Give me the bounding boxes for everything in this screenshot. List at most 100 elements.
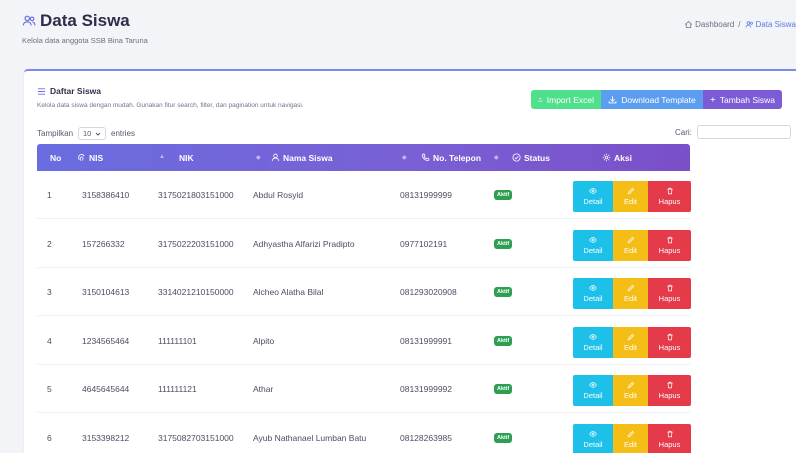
cell-nis: 157266332	[82, 238, 125, 249]
detail-button[interactable]: Detail	[573, 375, 613, 406]
breadcrumb-home-link[interactable]: Dashboard	[695, 20, 734, 29]
cell-no: 4	[47, 335, 52, 346]
user-icon	[271, 153, 280, 162]
cell-status: Aktif	[494, 365, 513, 413]
sort-indicator-nama: ◆	[402, 155, 407, 161]
phone-icon	[421, 153, 430, 162]
table-row: 4 1234565464 111111101 Alpito 0813199999…	[37, 317, 691, 365]
delete-label: Hapus	[658, 245, 681, 255]
edit-button[interactable]: Edit	[613, 326, 648, 358]
delete-button[interactable]: Hapus	[648, 229, 691, 261]
status-badge: Aktif	[494, 238, 513, 249]
delete-button[interactable]: Hapus	[648, 423, 691, 453]
pencil-icon	[627, 284, 634, 292]
edit-button[interactable]: Edit	[613, 423, 648, 453]
delete-label: Hapus	[658, 294, 681, 303]
gear-icon	[602, 153, 611, 162]
column-header-aksi: Aksi	[602, 144, 632, 171]
detail-button[interactable]: Detail	[573, 278, 613, 309]
search-input[interactable]	[696, 125, 791, 139]
status-badge: Aktif	[494, 287, 513, 297]
cell-no: 6	[47, 432, 52, 443]
cell-status: Aktif	[494, 171, 513, 219]
page-header: Data Siswa Kelola data anggota SSB Bina …	[0, 0, 796, 66]
entries-label: entries	[111, 129, 136, 138]
upload-icon	[538, 97, 543, 102]
eye-icon	[589, 333, 597, 340]
add-student-button[interactable]: Tambah Siswa	[703, 90, 782, 109]
pencil-icon	[627, 236, 634, 243]
column-header-nis-label: NIS	[89, 152, 104, 163]
table-row: 5 4645645644 111111121 Athar 08131999992…	[37, 365, 691, 413]
download-icon	[608, 96, 617, 104]
page-title: Data Siswa	[40, 11, 130, 30]
eye-icon	[589, 188, 597, 194]
detail-label: Detail	[583, 439, 603, 449]
trash-icon	[666, 381, 673, 389]
status-badge: Aktif	[494, 432, 513, 443]
delete-button[interactable]: Hapus	[648, 326, 691, 358]
pencil-icon	[627, 333, 634, 340]
edit-label: Edit	[624, 294, 637, 303]
column-header-no[interactable]: No	[50, 144, 61, 171]
download-template-button[interactable]: Download Template	[601, 90, 703, 109]
download-template-label: Download Template	[621, 94, 696, 105]
column-header-telepon-label: No. Telepon	[433, 152, 482, 163]
card-title-text: Daftar Siswa	[50, 86, 102, 96]
cell-nama: Ayub Nathanael Lumban Batu	[253, 432, 367, 443]
page-subtitle: Kelola data anggota SSB Bina Taruna	[22, 36, 148, 45]
delete-label: Hapus	[658, 391, 681, 400]
cell-nik: 3175082703151000	[158, 432, 234, 443]
column-header-nik[interactable]: NIK	[179, 144, 194, 171]
edit-label: Edit	[624, 342, 637, 352]
card-title: Daftar Siswa	[37, 86, 101, 96]
cell-telepon: 08131999992	[400, 384, 453, 394]
cell-no: 1	[47, 190, 52, 200]
pencil-icon	[627, 430, 634, 437]
delete-label: Hapus	[658, 439, 681, 449]
cell-nis: 3158386410	[82, 190, 130, 200]
table-row: 3 3150104613 3314021210150000 Alcheo Ala…	[37, 268, 691, 316]
trash-icon	[666, 333, 673, 340]
edit-button[interactable]: Edit	[613, 229, 648, 261]
table-header: No NIS ▲ NIK ◆ Nama Siswa ◆ No. Telepon …	[37, 144, 690, 171]
edit-button[interactable]: Edit	[613, 181, 648, 212]
import-excel-button[interactable]: Import Excel	[531, 90, 601, 109]
delete-button[interactable]: Hapus	[648, 181, 691, 212]
trash-icon	[666, 430, 673, 437]
cell-nik: 111111101	[158, 335, 197, 346]
breadcrumb-current: Data Siswa	[755, 20, 796, 29]
search-label: Cari:	[675, 127, 692, 137]
breadcrumb-separator: /	[738, 20, 741, 29]
student-list-card: Daftar Siswa Kelola data siswa dengan mu…	[24, 69, 796, 453]
detail-button[interactable]: Detail	[573, 181, 613, 212]
detail-button[interactable]: Detail	[573, 229, 613, 261]
column-header-aksi-label: Aksi	[614, 152, 632, 163]
action-button-group: Import Excel Download Template Tambah Si…	[531, 90, 782, 109]
column-header-status[interactable]: Status	[512, 144, 550, 171]
page-length-select[interactable]: 10	[78, 127, 107, 140]
detail-button[interactable]: Detail	[573, 423, 613, 453]
column-header-no-label: No	[50, 152, 62, 163]
status-badge: Aktif	[494, 190, 513, 200]
column-header-telepon[interactable]: No. Telepon	[421, 144, 481, 171]
cell-nis: 4645645644	[82, 384, 130, 394]
detail-button[interactable]: Detail	[573, 326, 613, 358]
edit-button[interactable]: Edit	[613, 375, 648, 406]
edit-button[interactable]: Edit	[613, 278, 648, 309]
delete-button[interactable]: Hapus	[648, 278, 691, 309]
eye-icon	[589, 382, 597, 388]
delete-button[interactable]: Hapus	[648, 375, 691, 406]
cell-nama: Abdul Rosyid	[253, 190, 304, 200]
status-badge: Aktif	[494, 384, 513, 394]
column-header-nama[interactable]: Nama Siswa	[271, 144, 333, 171]
cell-nama: Athar	[253, 384, 274, 394]
trash-icon	[666, 284, 673, 292]
show-label: Tampilkan	[37, 129, 74, 138]
column-header-nis[interactable]: NIS	[77, 144, 103, 171]
cell-telepon: 08128263985	[400, 432, 453, 443]
cell-no: 2	[47, 238, 52, 249]
table-row: 6 3153398212 3175082703151000 Ayub Natha…	[37, 414, 691, 453]
pencil-icon	[627, 381, 634, 389]
import-excel-label: Import Excel	[546, 94, 594, 105]
